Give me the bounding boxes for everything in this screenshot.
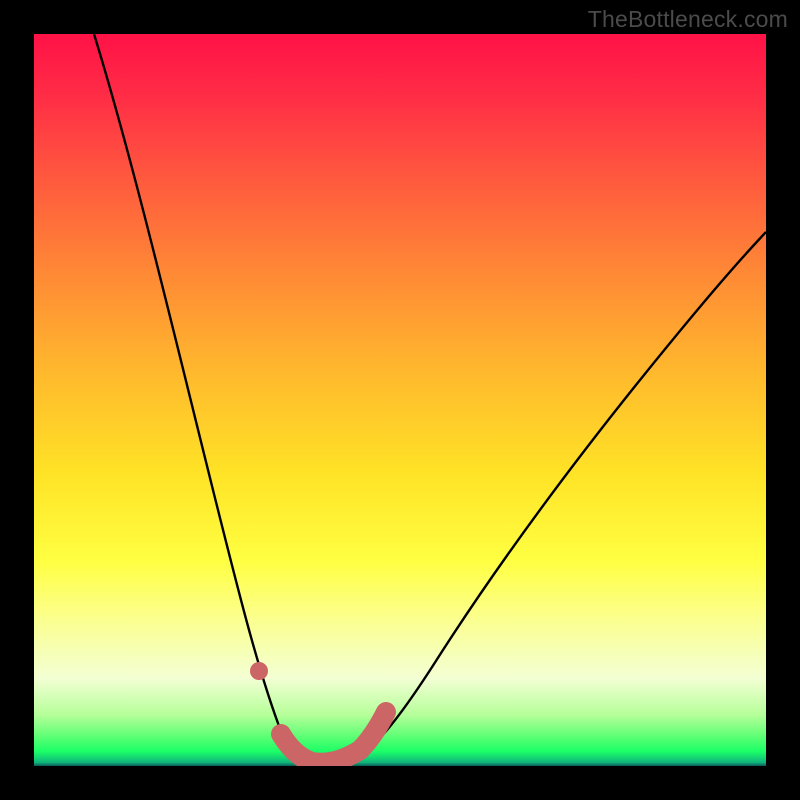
watermark-text: TheBottleneck.com — [588, 6, 788, 33]
chart-gradient-background — [34, 34, 766, 766]
